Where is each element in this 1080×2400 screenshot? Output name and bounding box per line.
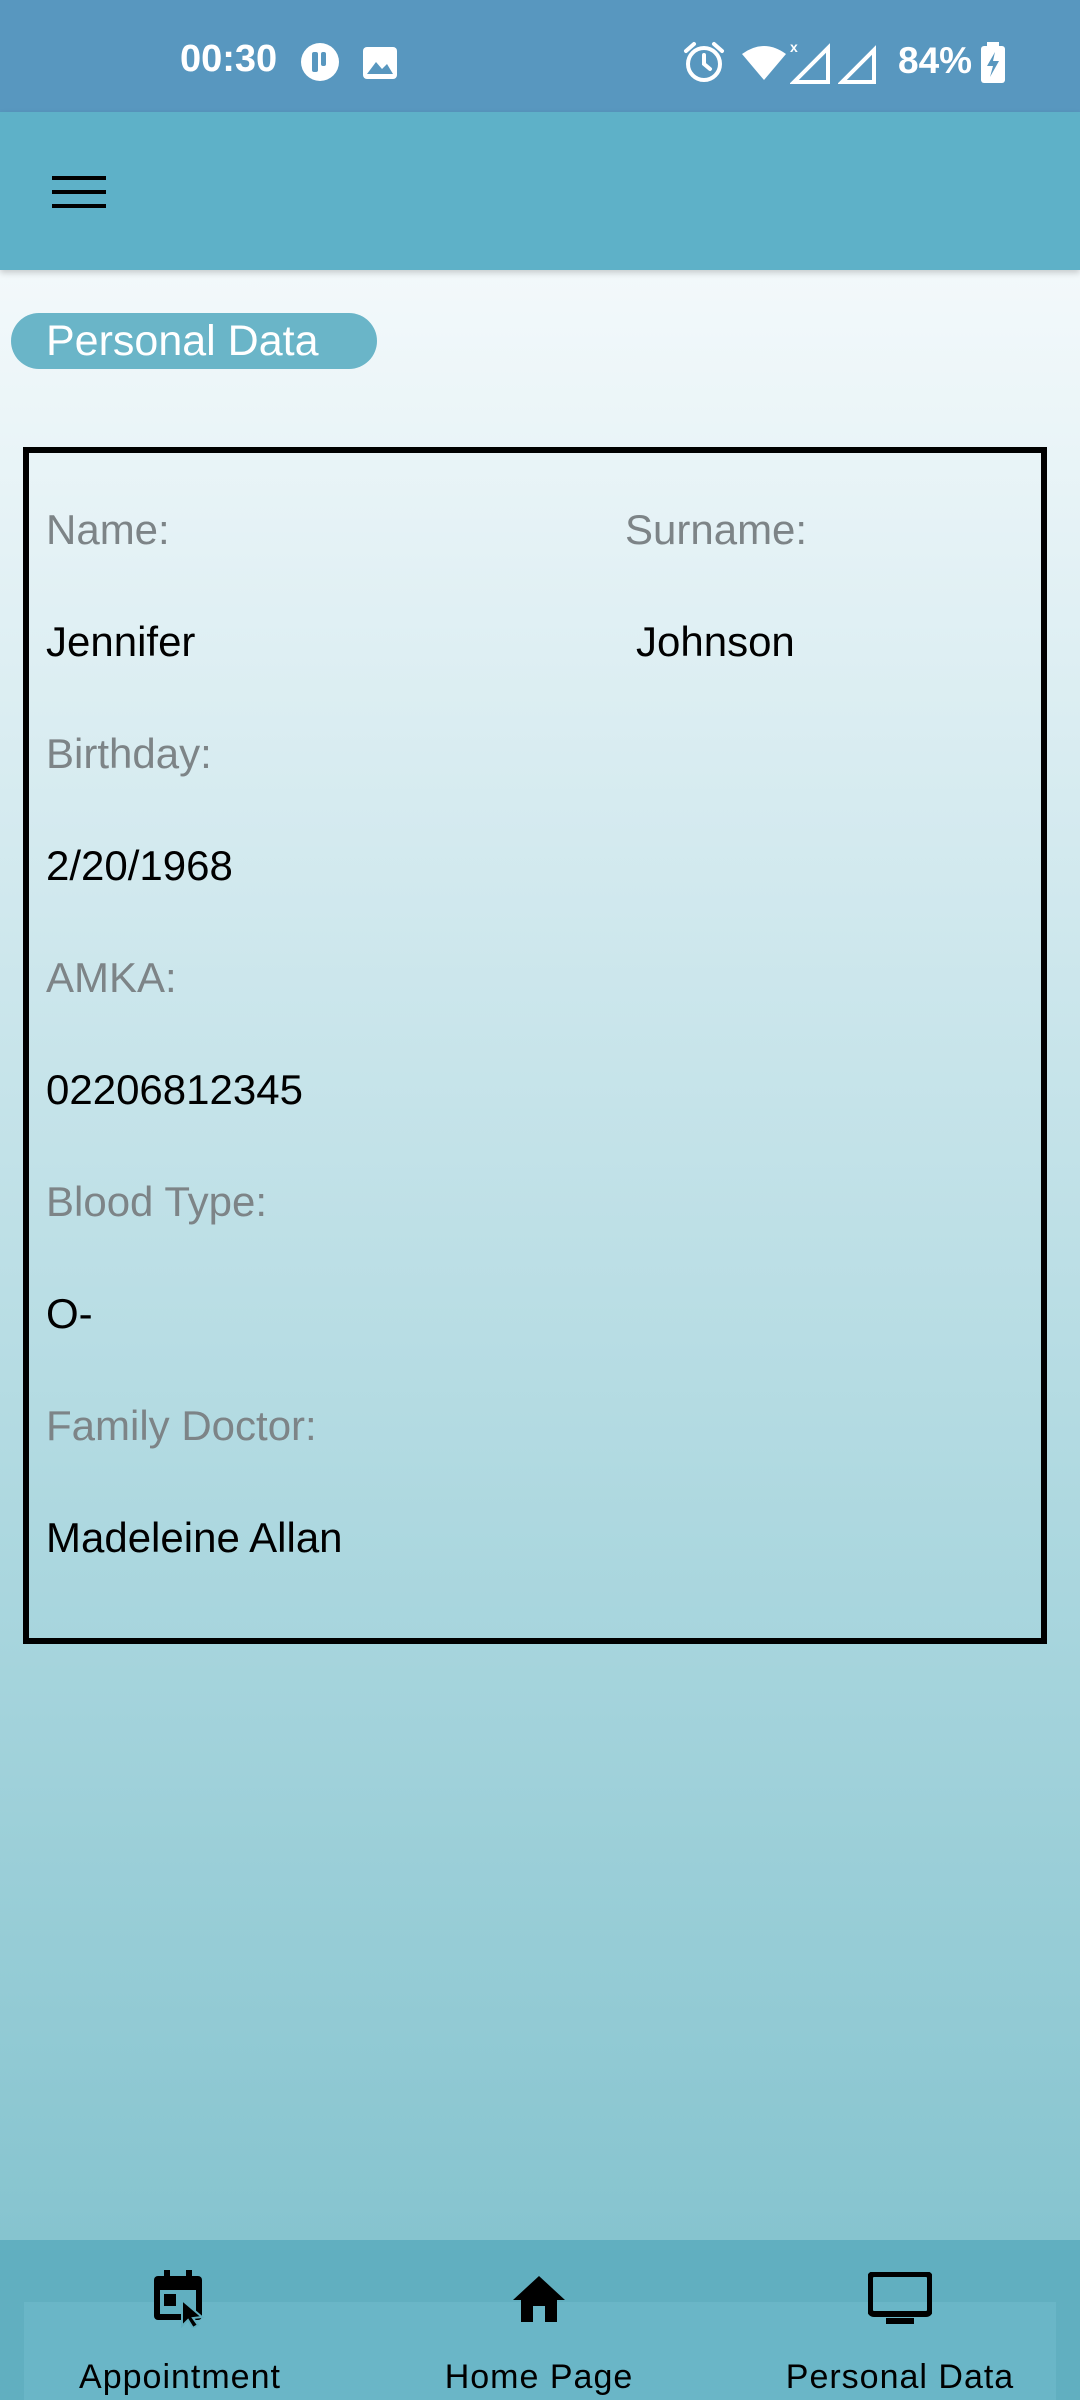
- family-doctor-value: Madeleine Allan: [46, 1514, 343, 1561]
- calendar-cursor-icon: [154, 2270, 205, 2328]
- birthday-value: 2/20/1968: [46, 842, 233, 889]
- nav-home-page[interactable]: Home Page: [419, 2240, 659, 2400]
- page-title-chip: Personal Data: [11, 313, 377, 369]
- blood-type-label: Blood Type:: [46, 1178, 268, 1225]
- image-icon: [363, 47, 397, 79]
- home-icon: [513, 2276, 565, 2322]
- status-bar: 00:30 x 84%: [0, 0, 1080, 112]
- menu-button[interactable]: [34, 154, 124, 230]
- amka-value: 02206812345: [46, 1066, 303, 1113]
- surname-value: Johnson: [636, 618, 795, 665]
- hamburger-menu-icon: [52, 176, 106, 208]
- birthday-label: Birthday:: [46, 730, 212, 777]
- wifi-icon: [742, 46, 786, 80]
- signal-icon: x: [790, 40, 830, 84]
- bottom-navigation: Appointment Home Page Personal Data: [0, 2240, 1080, 2400]
- nav-home-page-label: Home Page: [444, 2358, 634, 2396]
- alarm-icon: [684, 42, 724, 82]
- name-value: Jennifer: [46, 618, 196, 665]
- surname-label: Surname:: [625, 506, 808, 553]
- battery-percentage: 84%: [898, 40, 973, 81]
- battery-charging-icon: [981, 42, 1005, 83]
- nav-appointment[interactable]: Appointment: [60, 2240, 300, 2400]
- amka-label: AMKA:: [46, 954, 177, 1001]
- app-notification-icon: [301, 43, 339, 81]
- name-label: Name:: [46, 506, 170, 553]
- signal-icon-2: [838, 45, 876, 84]
- monitor-icon: [868, 2272, 932, 2324]
- blood-type-value: O-: [46, 1290, 93, 1337]
- svg-text:x: x: [790, 40, 798, 55]
- nav-personal-data[interactable]: Personal Data: [780, 2240, 1020, 2400]
- family-doctor-label: Family Doctor:: [46, 1402, 317, 1449]
- status-time: 00:30: [180, 38, 278, 80]
- nav-appointment-label: Appointment: [79, 2358, 281, 2396]
- personal-data-card: Name: Surname: Jennifer Johnson Birthday…: [23, 447, 1047, 1644]
- app-bar: [0, 112, 1080, 270]
- nav-personal-data-label: Personal Data: [785, 2358, 1015, 2396]
